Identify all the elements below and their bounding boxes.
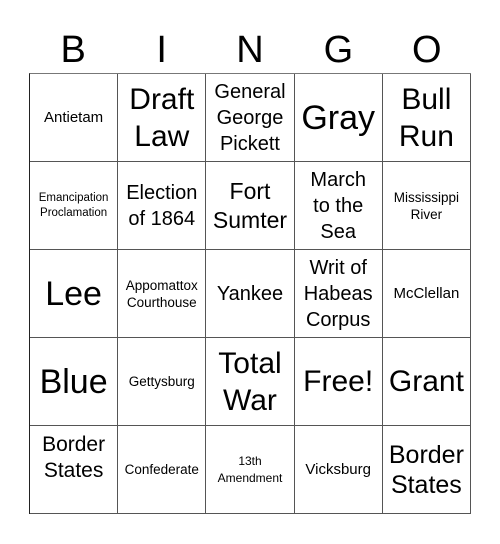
cell-text: Draft Law <box>129 82 195 153</box>
bingo-cell[interactable]: Fort Sumter <box>206 162 295 250</box>
bingo-cell[interactable]: Bull Run <box>382 74 471 162</box>
cell-text: Vicksburg <box>305 460 371 478</box>
bingo-cell[interactable]: Vicksburg <box>294 426 383 514</box>
bingo-grid: Antietam Draft Law General George Picket… <box>29 73 471 514</box>
cell-text: Appomattox Courthouse <box>125 277 198 310</box>
cell-text: Antietam <box>43 108 104 126</box>
cell-text: Lee <box>45 274 102 313</box>
bingo-cell[interactable]: Writ of Habeas Corpus <box>294 250 383 338</box>
cell-text: Border States <box>42 433 106 482</box>
bingo-cell[interactable]: Lee <box>30 250 119 338</box>
bingo-cell[interactable]: 13th Amendment <box>206 426 295 514</box>
cell-text: Writ of Habeas Corpus <box>303 256 373 331</box>
cell-text: Border States <box>388 440 464 499</box>
cell-text: Gray <box>301 98 376 137</box>
bingo-cell[interactable]: March to the Sea <box>294 162 383 250</box>
bingo-cell[interactable]: Gettysburg <box>118 338 207 426</box>
bingo-cell[interactable]: Emancipation Proclamation <box>30 162 119 250</box>
bingo-cell[interactable]: Appomattox Courthouse <box>118 250 207 338</box>
bingo-cell[interactable]: Draft Law <box>118 74 207 162</box>
cell-text: Election of 1864 <box>126 181 198 230</box>
free-space-cell[interactable]: Free! <box>294 338 383 426</box>
bingo-cell[interactable]: Total War <box>206 338 295 426</box>
cell-text: Confederate <box>124 462 199 477</box>
bingo-cell[interactable]: Grant <box>382 338 471 426</box>
header-letter-g: G <box>323 29 354 71</box>
bingo-cell[interactable]: Gray <box>294 74 383 162</box>
bingo-cell[interactable]: McClellan <box>382 250 471 338</box>
cell-text: 13th Amendment <box>217 453 283 485</box>
bingo-cell[interactable]: Mississippi River <box>382 162 471 250</box>
bingo-cell[interactable]: Antietam <box>30 74 119 162</box>
header-letter-o: O <box>412 29 442 71</box>
bingo-cell[interactable]: Blue <box>30 338 119 426</box>
cell-text: McClellan <box>393 284 460 302</box>
bingo-header: B I N G O <box>29 28 471 72</box>
bingo-cell[interactable]: Border States <box>30 426 119 514</box>
cell-text: Mississippi River <box>393 189 460 222</box>
cell-text: Yankee <box>216 282 284 305</box>
cell-text: Gettysburg <box>128 374 195 389</box>
cell-text: Total War <box>218 346 282 417</box>
bingo-cell[interactable]: General George Pickett <box>206 74 295 162</box>
bingo-cell[interactable]: Yankee <box>206 250 295 338</box>
cell-text: Emancipation Proclamation <box>38 191 109 219</box>
cell-text: Bull Run <box>398 82 454 153</box>
header-letter-b: B <box>60 29 86 71</box>
cell-text: Fort Sumter <box>212 177 288 233</box>
cell-text: Blue <box>39 362 108 401</box>
bingo-cell[interactable]: Border States <box>382 426 471 514</box>
header-letter-n: N <box>236 29 264 71</box>
bingo-cell[interactable]: Confederate <box>118 426 207 514</box>
bingo-cell[interactable]: Election of 1864 <box>118 162 207 250</box>
cell-text: Grant <box>388 365 464 398</box>
cell-text: General George Pickett <box>214 80 286 155</box>
cell-text: March to the Sea <box>310 168 366 243</box>
free-space-text: Free! <box>303 365 374 398</box>
header-letter-i: I <box>156 29 167 71</box>
